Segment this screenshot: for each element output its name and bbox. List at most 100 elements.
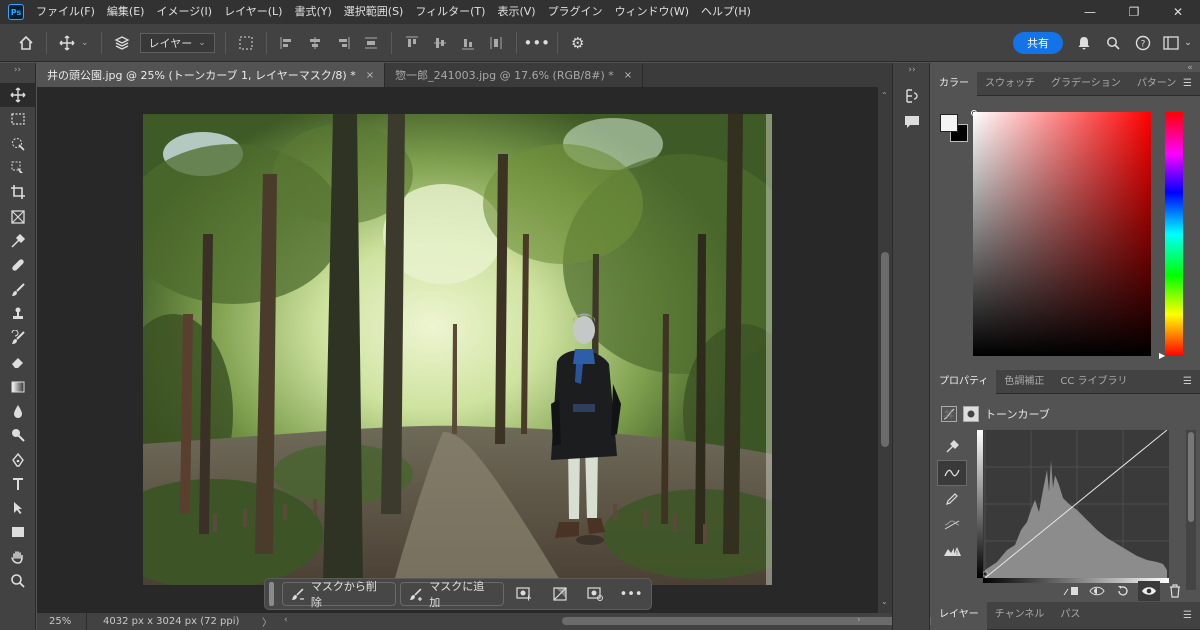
mask-properties-icon[interactable] <box>508 582 540 606</box>
menu-filter[interactable]: フィルター(T) <box>409 0 491 24</box>
tab-paths[interactable]: パス <box>1052 602 1088 630</box>
healing-brush-tool-icon[interactable] <box>0 253 36 277</box>
tab-adjustments[interactable]: 色調補正 <box>996 370 1052 394</box>
horizontal-scrollbar-thumb[interactable] <box>562 617 942 625</box>
type-tool-icon[interactable] <box>0 472 36 496</box>
trash-icon[interactable] <box>1164 581 1186 601</box>
tab-swatches[interactable]: スウォッチ <box>977 72 1043 96</box>
document-tab-active[interactable]: 井の頭公園.jpg @ 25% (トーンカーブ 1, レイヤーマスク/8) * … <box>37 63 386 87</box>
marquee-tool-icon[interactable] <box>0 107 36 131</box>
menu-plugins[interactable]: プラグイン <box>542 0 609 24</box>
more-options-button[interactable]: ••• <box>615 582 647 606</box>
zoom-tool-icon[interactable] <box>0 569 36 593</box>
chevron-down-icon[interactable]: ⌄ <box>81 38 89 48</box>
hue-slider-marker-icon[interactable]: ▶ <box>1159 351 1165 360</box>
horizontal-scrollbar[interactable]: ‹ › <box>282 613 942 630</box>
tab-channels[interactable]: チャンネル <box>987 602 1053 630</box>
tab-patterns[interactable]: パターン <box>1129 72 1185 96</box>
object-selection-tool-icon[interactable] <box>0 132 36 156</box>
hue-slider[interactable] <box>1165 112 1183 356</box>
canvas-area[interactable] <box>37 87 878 613</box>
panel-menu-icon[interactable]: ☰ <box>1183 376 1192 387</box>
object-finder-tool-icon[interactable] <box>0 156 36 180</box>
menu-image[interactable]: イメージ(I) <box>150 0 218 24</box>
restore-button[interactable]: ❐ <box>1112 0 1156 24</box>
clipping-warning-icon[interactable]: ! <box>937 538 967 564</box>
gradient-tool-icon[interactable] <box>0 375 36 399</box>
curve-edit-points-icon[interactable] <box>937 460 967 486</box>
clip-to-layer-icon[interactable] <box>1060 581 1082 601</box>
close-icon[interactable]: × <box>624 70 632 81</box>
scroll-left-icon[interactable]: ‹ <box>284 615 288 625</box>
vertical-scrollbar[interactable]: ⌃ ⌄ <box>878 87 892 613</box>
align-center-icon[interactable] <box>301 29 329 57</box>
tab-layers[interactable]: レイヤー <box>931 602 987 630</box>
tab-cc-libraries[interactable]: CC ライブラリ <box>1052 370 1135 394</box>
more-options-icon[interactable]: ••• <box>523 29 551 57</box>
pencil-icon[interactable] <box>937 486 967 512</box>
tab-color[interactable]: カラー <box>931 72 977 96</box>
layer-mask-icon[interactable] <box>963 406 979 422</box>
tone-curve-graph[interactable] <box>977 430 1169 578</box>
menu-file[interactable]: ファイル(F) <box>30 0 101 24</box>
zoom-level[interactable]: 25% <box>37 613 87 630</box>
scroll-down-icon[interactable]: ⌄ <box>881 597 888 606</box>
foreground-color-swatch[interactable] <box>940 114 958 132</box>
scroll-right-icon[interactable]: › <box>857 615 861 625</box>
drag-handle[interactable] <box>269 582 274 606</box>
move-tool-icon[interactable] <box>0 83 36 108</box>
reset-icon[interactable] <box>1112 581 1134 601</box>
scroll-up-icon[interactable]: ⌃ <box>881 91 888 100</box>
tab-properties[interactable]: プロパティ <box>931 370 997 394</box>
align-right-icon[interactable] <box>329 29 357 57</box>
forest-park-photo[interactable] <box>143 114 772 585</box>
help-icon[interactable]: ? <box>1129 29 1157 57</box>
transform-controls-icon[interactable] <box>232 29 260 57</box>
clone-stamp-tool-icon[interactable] <box>0 302 36 326</box>
smooth-curve-icon[interactable] <box>937 512 967 538</box>
close-icon[interactable]: × <box>366 70 374 81</box>
curves-adjustment-icon[interactable] <box>941 406 957 422</box>
remove-from-mask-button[interactable]: マスクから削除 <box>281 580 397 609</box>
view-previous-state-icon[interactable] <box>1086 581 1108 601</box>
gear-icon[interactable]: ⚙ <box>564 29 592 57</box>
auto-select-layers-icon[interactable] <box>108 29 136 57</box>
eyedropper-tool-icon[interactable] <box>0 229 36 253</box>
minimize-button[interactable]: — <box>1068 0 1112 24</box>
align-bottom-icon[interactable] <box>454 29 482 57</box>
history-brush-tool-icon[interactable] <box>0 326 36 350</box>
panel-menu-icon[interactable]: ☰ <box>1183 78 1192 89</box>
comments-panel-icon[interactable] <box>893 109 931 135</box>
tab-gradients[interactable]: グラデーション <box>1043 72 1129 96</box>
menu-help[interactable]: ヘルプ(H) <box>695 0 757 24</box>
history-panel-icon[interactable] <box>893 83 931 109</box>
menu-edit[interactable]: 編集(E) <box>101 0 151 24</box>
blur-tool-icon[interactable] <box>0 399 36 423</box>
panel-menu-icon[interactable]: ☰ <box>1183 610 1192 621</box>
color-picker-field[interactable] <box>973 112 1151 356</box>
bell-icon[interactable] <box>1070 29 1098 57</box>
menu-layer[interactable]: レイヤー(L) <box>218 0 288 24</box>
search-icon[interactable] <box>1099 29 1127 57</box>
collapse-panel-icon[interactable]: ›› <box>893 63 931 83</box>
move-tool-icon[interactable] <box>53 29 81 57</box>
fill-mask-icon[interactable] <box>579 582 611 606</box>
collapse-panel-icon[interactable]: ›› <box>0 63 35 83</box>
distribute-vertical-icon[interactable] <box>482 29 510 57</box>
properties-scrollbar-thumb[interactable] <box>1188 432 1194 522</box>
hand-tool-icon[interactable] <box>0 545 36 569</box>
crop-tool-icon[interactable] <box>0 180 36 204</box>
eyedropper-icon[interactable] <box>937 434 967 460</box>
frame-tool-icon[interactable] <box>0 204 36 228</box>
home-icon[interactable] <box>12 29 40 57</box>
dodge-tool-icon[interactable] <box>0 423 36 447</box>
menu-view[interactable]: 表示(V) <box>491 0 541 24</box>
share-button[interactable]: 共有 <box>1013 32 1063 54</box>
align-top-icon[interactable] <box>398 29 426 57</box>
pen-tool-icon[interactable] <box>0 447 36 471</box>
close-window-button[interactable]: ✕ <box>1156 0 1200 24</box>
document-tab[interactable]: 惣一郎_241003.jpg @ 17.6% (RGB/8#) * × <box>385 63 644 87</box>
invert-mask-icon[interactable] <box>544 582 576 606</box>
menu-type[interactable]: 書式(Y) <box>288 0 337 24</box>
align-middle-icon[interactable] <box>426 29 454 57</box>
